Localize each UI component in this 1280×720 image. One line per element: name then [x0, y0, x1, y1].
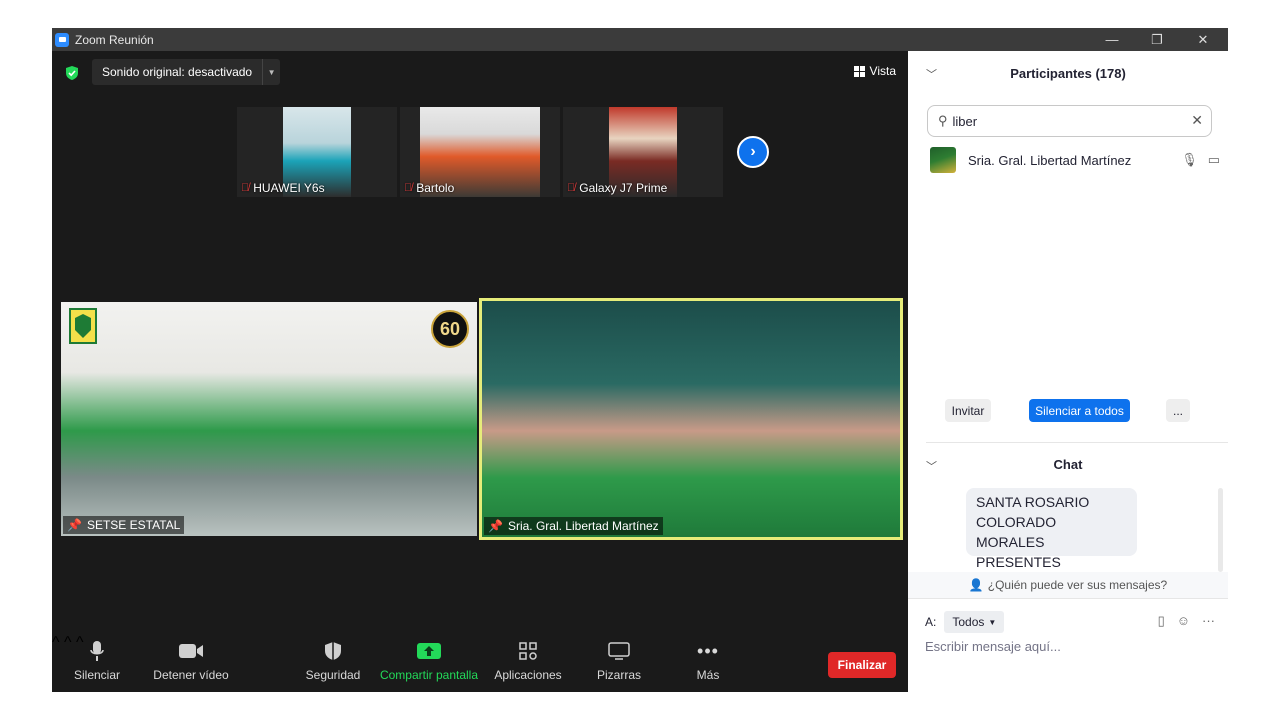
emoji-icon[interactable]: ☺	[1177, 613, 1190, 629]
share-screen-label: Compartir pantalla	[379, 668, 479, 682]
muted-mic-icon: 🎙̸	[241, 182, 250, 194]
participant-thumbnail[interactable]: 🎙̸ HUAWEI Y6s	[237, 107, 397, 197]
chevron-down-icon[interactable]: ▼	[262, 59, 280, 85]
stop-video-button[interactable]: Detener vídeo	[152, 634, 230, 692]
recipient-row: A: Todos ▼ ▯ ☺ ···	[925, 611, 1215, 633]
search-icon: ⚲	[938, 113, 948, 128]
restore-button[interactable]: ❐	[1134, 28, 1180, 51]
more-label: Más	[696, 668, 720, 682]
close-button[interactable]: ✕	[1180, 28, 1226, 51]
window-title: Zoom Reunión	[75, 32, 154, 47]
whiteboards-button[interactable]: Pizarras	[592, 634, 646, 692]
who-can-see-label: ¿Quién puede ver sus mensajes?	[987, 578, 1168, 592]
thumbnail-name: Bartolo	[416, 181, 455, 195]
whiteboard-icon	[608, 642, 630, 660]
chat-message-line: PRESENTES	[976, 554, 1061, 570]
view-label: Vista	[869, 64, 896, 78]
participants-header: Participantes (178)	[1010, 65, 1126, 81]
security-button[interactable]: Seguridad	[304, 634, 362, 692]
side-panel: ﹀ Participantes (178) ⚲ liber ✕ Sria. Gr…	[908, 51, 1228, 692]
search-value: liber	[952, 113, 978, 129]
mute-label: Silenciar	[73, 668, 121, 682]
grid-icon	[853, 65, 865, 77]
apps-label: Aplicaciones	[494, 668, 562, 682]
video-tile[interactable]: 60 📌 SETSE ESTATAL	[61, 302, 477, 536]
share-screen-button[interactable]: Compartir pantalla	[379, 634, 479, 692]
whiteboards-label: Pizarras	[596, 668, 641, 682]
chat-message-input[interactable]: Escribir mensaje aquí...	[925, 639, 1061, 654]
thumbnail-name: Galaxy J7 Prime	[579, 181, 668, 195]
video-camera-icon[interactable]: ▭	[1208, 152, 1220, 168]
thumbnail-label: 🎙̸ HUAWEI Y6s	[241, 181, 325, 195]
more-options-icon[interactable]: ···	[1202, 613, 1215, 629]
chevron-right-icon: ›	[750, 143, 756, 160]
clear-search-icon[interactable]: ✕	[1191, 112, 1203, 129]
recipient-value: Todos	[952, 615, 985, 629]
security-shield-icon	[325, 642, 341, 660]
chevron-down-icon: ▼	[988, 617, 997, 627]
muted-mic-icon: 🎙̸	[404, 182, 413, 194]
participant-thumbnail[interactable]: 🎙̸ Bartolo	[400, 107, 560, 197]
setse-logo-icon	[69, 308, 97, 344]
recipient-label: A:	[925, 615, 937, 629]
pin-icon: 📌	[67, 518, 82, 532]
participants-more-button[interactable]: ...	[1166, 399, 1190, 422]
apps-icon	[519, 642, 537, 660]
zoom-app-icon	[55, 32, 69, 47]
person-lock-icon: 👤	[968, 578, 984, 592]
chat-message: SANTA ROSARIO COLORADO MORALES PRESENTES	[966, 488, 1137, 570]
zoom-window: Zoom Reunión — ❐ ✕ Sonido original: desa…	[52, 28, 1228, 692]
microphone-icon	[90, 641, 104, 661]
anniversary-badge: 60	[431, 310, 469, 348]
invite-button[interactable]: Invitar	[945, 399, 991, 422]
end-meeting-button[interactable]: Finalizar	[828, 652, 896, 678]
video-area: Sonido original: desactivado ▼ Vista 🎙̸ …	[52, 51, 908, 692]
meeting-toolbar: Silenciar ^ Detener vídeo ^ Seguridad Co…	[52, 634, 908, 692]
mute-options-caret[interactable]: ^	[52, 634, 60, 651]
participant-row[interactable]: Sria. Gral. Libertad Martínez 🎙 ▭	[930, 146, 1220, 174]
apps-button[interactable]: Aplicaciones	[493, 634, 563, 692]
video-camera-icon	[179, 644, 203, 658]
thumbnail-label: 🎙̸ Galaxy J7 Prime	[567, 181, 667, 195]
divider	[908, 598, 1228, 599]
minimize-button[interactable]: —	[1089, 28, 1135, 51]
participant-search-input[interactable]: ⚲ liber ✕	[927, 105, 1212, 137]
view-button[interactable]: Vista	[848, 59, 902, 83]
chat-header: Chat	[1053, 456, 1083, 472]
recipient-select[interactable]: Todos ▼	[944, 611, 1005, 633]
participant-name: Sria. Gral. Libertad Martínez	[968, 152, 1132, 168]
tile-label: 📌 SETSE ESTATAL	[63, 516, 185, 534]
active-speaker-tile[interactable]: 📌 Sria. Gral. Libertad Martínez	[479, 298, 903, 540]
avatar	[930, 147, 956, 173]
thumbnail-label: 🎙̸ Bartolo	[404, 181, 454, 195]
chat-message-line: SANTA ROSARIO	[976, 494, 1090, 510]
more-dots-icon: •••	[697, 640, 719, 661]
tile-name: SETSE ESTATAL	[86, 518, 181, 532]
mute-button[interactable]: Silenciar	[71, 634, 123, 692]
more-button[interactable]: ••• Más	[688, 634, 728, 692]
who-can-see-link[interactable]: 👤 ¿Quién puede ver sus mensajes?	[908, 572, 1228, 598]
participant-thumbnail[interactable]: 🎙̸ Galaxy J7 Prime	[563, 107, 723, 197]
title-bar: Zoom Reunión — ❐ ✕	[52, 28, 1228, 51]
divider	[926, 442, 1228, 443]
microphone-icon[interactable]: 🎙	[1181, 152, 1198, 168]
chat-scrollbar[interactable]	[1218, 488, 1223, 572]
stop-video-label: Detener vídeo	[153, 668, 229, 682]
original-sound-button[interactable]: Sonido original: desactivado ▼	[92, 59, 281, 85]
share-screen-icon	[417, 643, 441, 659]
pin-icon: 📌	[488, 519, 503, 533]
mute-all-button[interactable]: Silenciar a todos	[1029, 399, 1130, 422]
original-sound-label: Sonido original: desactivado	[102, 65, 253, 79]
file-icon[interactable]: ▯	[1158, 613, 1165, 629]
thumbnail-name: HUAWEI Y6s	[253, 181, 325, 195]
security-label: Seguridad	[305, 668, 361, 682]
tile-label: 📌 Sria. Gral. Libertad Martínez	[484, 517, 663, 535]
muted-mic-icon: 🎙̸	[567, 182, 576, 194]
tile-name: Sria. Gral. Libertad Martínez	[507, 519, 659, 533]
next-page-button[interactable]: ›	[737, 136, 769, 168]
encryption-shield-icon[interactable]	[64, 65, 80, 81]
chat-message-line: COLORADO MORALES	[976, 514, 1057, 550]
